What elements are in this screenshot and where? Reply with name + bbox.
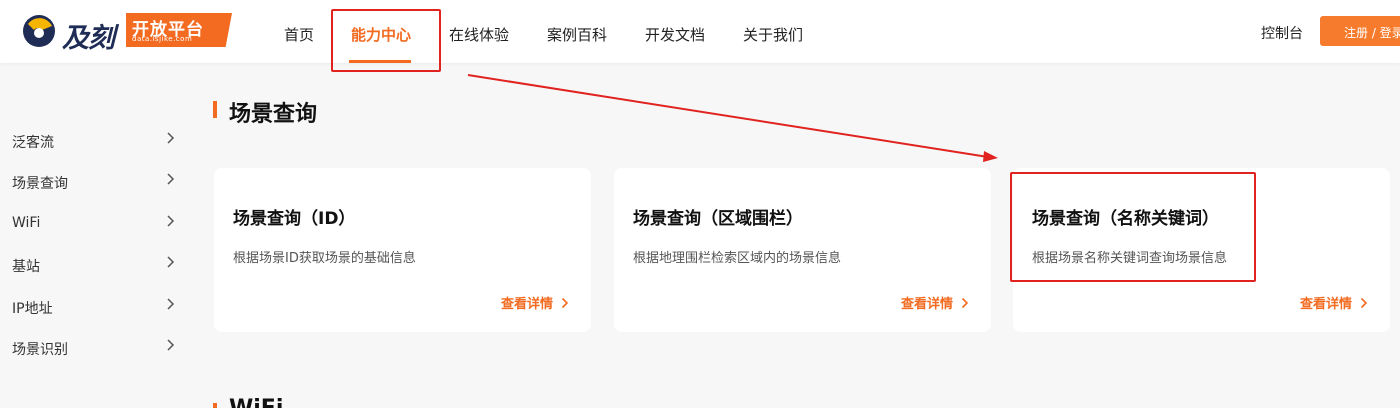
nav-item-docs[interactable]: 开发文档	[645, 24, 705, 45]
nav-item-online-demo[interactable]: 在线体验	[449, 24, 509, 45]
chevron-right-icon	[561, 297, 569, 308]
sidebar-item-label: 泛客流	[12, 135, 54, 151]
chevron-right-icon	[167, 339, 175, 351]
annotation-box-nav	[331, 9, 441, 72]
nav-item-about[interactable]: 关于我们	[743, 24, 803, 45]
view-details-link[interactable]: 查看详情	[901, 293, 969, 312]
chevron-right-icon	[167, 173, 175, 185]
chevron-right-icon	[167, 256, 175, 268]
logo-mark-icon	[23, 15, 55, 47]
sidebar-item-label: 场景识别	[12, 342, 68, 358]
logo[interactable]: 及刻 开放平台 data.isjike.com	[22, 12, 232, 54]
card-title: 场景查询（区域围栏）	[633, 209, 803, 229]
annotation-box-card	[1010, 172, 1256, 282]
logo-badge: 开放平台 data.isjike.com	[126, 13, 232, 47]
section-accent-bar	[213, 101, 217, 118]
chevron-right-icon	[167, 132, 175, 144]
view-details-label: 查看详情	[1299, 297, 1352, 312]
nav-item-cases[interactable]: 案例百科	[547, 24, 607, 45]
card-scene-query-id[interactable]: 场景查询（ID） 根据场景ID获取场景的基础信息 查看详情	[214, 168, 591, 332]
chevron-right-icon	[167, 215, 175, 227]
sidebar-item-wifi[interactable]: WiFi	[0, 203, 190, 243]
section-accent-bar	[213, 403, 217, 408]
section-title: 场景查询	[229, 102, 318, 127]
card-description: 根据地理围栏检索区域内的场景信息	[633, 251, 842, 266]
logo-text: 及刻	[62, 23, 115, 54]
view-details-label: 查看详情	[900, 297, 953, 312]
sidebar-item-ip-address[interactable]: IP地址	[0, 286, 190, 326]
register-login-button[interactable]: 注册 / 登录	[1320, 16, 1400, 46]
chevron-right-icon	[961, 297, 969, 308]
console-link[interactable]: 控制台	[1261, 23, 1303, 43]
sidebar-item-label: IP地址	[12, 301, 53, 317]
sidebar-item-scene-recognition[interactable]: 场景识别	[0, 327, 190, 367]
view-details-link[interactable]: 查看详情	[1300, 293, 1368, 312]
sidebar-item-passenger-flow[interactable]: 泛客流	[0, 120, 190, 160]
sidebar-item-label: 基站	[12, 259, 40, 275]
logo-badge-domain: data.isjike.com	[132, 35, 193, 43]
card-title: 场景查询（ID）	[233, 209, 356, 229]
sidebar-item-base-station[interactable]: 基站	[0, 244, 190, 284]
view-details-link[interactable]: 查看详情	[501, 293, 569, 312]
nav-item-home[interactable]: 首页	[284, 24, 314, 45]
sidebar-item-scene-query[interactable]: 场景查询	[0, 161, 190, 201]
chevron-right-icon	[1360, 297, 1368, 308]
card-description: 根据场景ID获取场景的基础信息	[233, 251, 416, 266]
chevron-right-icon	[167, 298, 175, 310]
sidebar-item-label: 场景查询	[12, 176, 68, 192]
view-details-label: 查看详情	[500, 297, 553, 312]
card-scene-query-geofence[interactable]: 场景查询（区域围栏） 根据地理围栏检索区域内的场景信息 查看详情	[614, 168, 991, 332]
sidebar-item-label: WiFi	[12, 215, 41, 231]
top-header: 及刻 开放平台 data.isjike.com 首页 能力中心 在线体验 案例百…	[0, 0, 1400, 63]
section-title-wifi: WiFi	[229, 396, 283, 408]
